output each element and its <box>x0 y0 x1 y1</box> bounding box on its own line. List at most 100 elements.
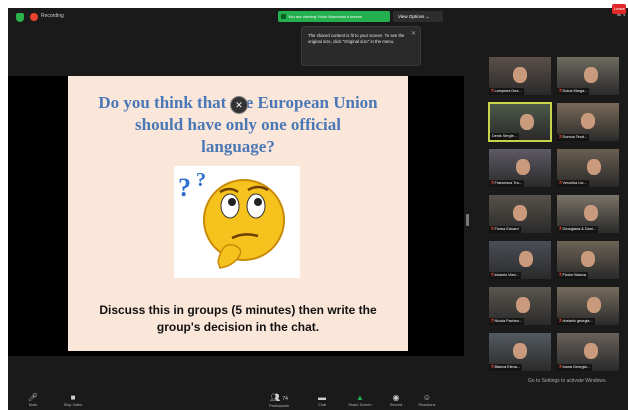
participant-avatar <box>581 113 595 129</box>
participant-tile[interactable]: ⵅNicola Pacheo... <box>488 286 552 326</box>
reactions-icon: ☺ <box>422 393 432 402</box>
security-shield-icon[interactable] <box>16 13 24 22</box>
video-camera-icon: ■ <box>70 393 76 402</box>
microphone-icon: 🎤︎ <box>27 393 39 402</box>
participant-name-tag: ⵅFrancesca Tra... <box>489 180 524 187</box>
participants-button[interactable]: 👥︎ 74 Participants <box>262 393 296 408</box>
share-screen-button[interactable]: ▲ Share Screen <box>342 393 378 407</box>
mic-muted-icon: ⵅ <box>559 89 562 93</box>
participant-name-tag: ⵅIduaniu Vlad... <box>489 272 521 279</box>
tooltip-close-icon[interactable]: ✕ <box>411 30 416 37</box>
participant-avatar <box>587 159 601 175</box>
participant-name-tag: ⵅVeronika Lio... <box>557 180 589 187</box>
participant-tile[interactable]: Denis Sergie... <box>488 102 552 142</box>
recording-label: Recording <box>41 13 64 19</box>
tooltip-text: The shared content is fit to your screen… <box>308 33 405 44</box>
participant-avatar <box>584 205 598 221</box>
participant-avatar <box>581 251 595 267</box>
participant-tile[interactable]: ⵅIduaniu Vlad... <box>488 240 552 280</box>
participant-avatar <box>513 343 527 359</box>
mute-label: Mute <box>28 403 38 407</box>
participant-tile[interactable]: ⵅGeorgiana & Dani... <box>556 194 620 234</box>
presentation-slide: Do you think that the European Union sho… <box>68 76 408 351</box>
participant-name-tag: ⵅFlorea Eduard <box>489 226 521 233</box>
record-icon: ◉ <box>392 393 400 402</box>
mic-muted-icon: ⵅ <box>559 319 562 323</box>
record-button[interactable]: ◉ Record <box>384 393 408 407</box>
participant-tile[interactable]: ⵅVeronika Lio... <box>556 148 620 188</box>
participant-name: Lampnea Dea... <box>494 89 522 93</box>
participant-tile[interactable]: ⵅFlorea Eduard <box>488 194 552 234</box>
participant-name-tag: Denis Sergie... <box>490 133 519 140</box>
chat-label: Chat <box>317 403 327 407</box>
view-options-button[interactable]: View Options ⌄ <box>393 11 443 22</box>
participants-icon: 👥︎ 74 <box>270 393 288 402</box>
participant-name: Ioana Georgia... <box>562 365 590 369</box>
participant-name-tag: ⵅBianca Elena... <box>489 364 523 371</box>
mic-muted-icon: ⵅ <box>559 135 562 139</box>
participant-tile[interactable]: ⵅIoana Georgia... <box>556 332 620 372</box>
windows-activation-watermark: Go to Settings to activate Windows. <box>528 378 607 384</box>
stop-video-button[interactable]: ■ Stop Video <box>58 393 88 407</box>
thinking-face-icon: ? ? <box>174 166 300 278</box>
participant-tile[interactable]: ⵅDoina Marga... <box>556 56 620 96</box>
mic-muted-icon: ⵅ <box>491 365 494 369</box>
screen-share-icon <box>281 14 286 19</box>
participant-avatar <box>584 67 598 83</box>
participant-name-tag: ⵅFlodor Bianca <box>557 272 588 279</box>
participant-avatar <box>584 343 598 359</box>
participant-avatar <box>520 114 534 130</box>
stop-video-label: Stop Video <box>63 403 83 407</box>
mic-muted-icon: ⵅ <box>559 181 562 185</box>
participant-tile[interactable]: ⵅFrancesca Tra... <box>488 148 552 188</box>
mic-muted-icon: ⵅ <box>491 319 494 323</box>
participant-name-tag: ⵅDoina Marga... <box>557 88 590 95</box>
participant-avatar <box>587 297 601 313</box>
slide-instruction: Discuss this in groups (5 minutes) then … <box>99 303 377 334</box>
screen-share-banner-text: You are viewing Victor Munteanu's screen <box>288 14 363 19</box>
participant-name: Georgiana & Dani... <box>562 227 596 231</box>
participant-name: Iduaniu Vlad... <box>494 273 519 277</box>
participant-name: Francesca Tra... <box>494 181 522 185</box>
participant-avatar <box>516 159 530 175</box>
participant-name: Veronika Lio... <box>562 181 587 185</box>
participant-avatar <box>513 205 527 221</box>
participant-tile[interactable]: ⵅchelariu georgia... <box>556 286 620 326</box>
participant-name: Dumoa Teod... <box>562 135 588 139</box>
mic-muted-icon: ⵅ <box>559 365 562 369</box>
participant-name-tag: ⵅNicola Pacheo... <box>489 318 525 325</box>
participant-name: Doina Marga... <box>562 89 588 93</box>
chat-icon: ▬ <box>318 393 326 402</box>
participants-count: 74 <box>282 396 288 402</box>
chat-button[interactable]: ▬ Chat <box>312 393 332 407</box>
participant-avatar <box>513 67 527 83</box>
panel-resize-handle[interactable] <box>466 214 469 226</box>
svg-text:?: ? <box>196 169 206 191</box>
mute-button[interactable]: 🎤︎ Mute <box>22 393 44 407</box>
share-screen-icon: ▲ <box>356 393 364 402</box>
participant-name-tag: ⵅDumoa Teod... <box>557 134 590 141</box>
participant-tile[interactable]: ⵅBianca Elena... <box>488 332 552 372</box>
participant-tile[interactable]: ⵅFlodor Bianca <box>556 240 620 280</box>
participant-name-tag: ⵅIoana Georgia... <box>557 364 592 371</box>
recording-icon <box>30 13 38 21</box>
participant-tile[interactable]: ⵅLampnea Dea... <box>488 56 552 96</box>
participant-name: Denis Sergie... <box>492 134 517 138</box>
zoom-meeting-window: Recording You are viewing Victor Muntean… <box>8 8 628 410</box>
participant-tile[interactable]: ⵅDumoa Teod... <box>556 102 620 142</box>
participant-name: Flodor Bianca <box>562 273 586 277</box>
participant-gallery: ⵅLampnea Dea... ⵅDoina Marga... Denis Serg… <box>488 56 628 398</box>
share-screen-label: Share Screen <box>348 403 372 407</box>
reactions-label: Reactions <box>418 403 436 407</box>
participants-label: Participants <box>269 404 289 408</box>
svg-text:?: ? <box>178 173 191 202</box>
mic-muted-icon: ⵅ <box>559 273 562 277</box>
shared-screen-area[interactable]: Do you think that the European Union sho… <box>8 76 464 356</box>
participant-name: Nicola Pacheo... <box>494 319 523 323</box>
reactions-button[interactable]: ☺ Reactions <box>412 393 442 407</box>
mic-muted-icon: ⵅ <box>491 227 494 231</box>
top-bar: Recording You are viewing Victor Muntean… <box>8 8 628 26</box>
meeting-toolbar: 🎤︎ Mute ■ Stop Video 👥︎ 74 Participants … <box>8 392 628 410</box>
leave-button[interactable]: Leave <box>612 4 626 14</box>
mic-muted-icon: ⵅ <box>491 89 494 93</box>
